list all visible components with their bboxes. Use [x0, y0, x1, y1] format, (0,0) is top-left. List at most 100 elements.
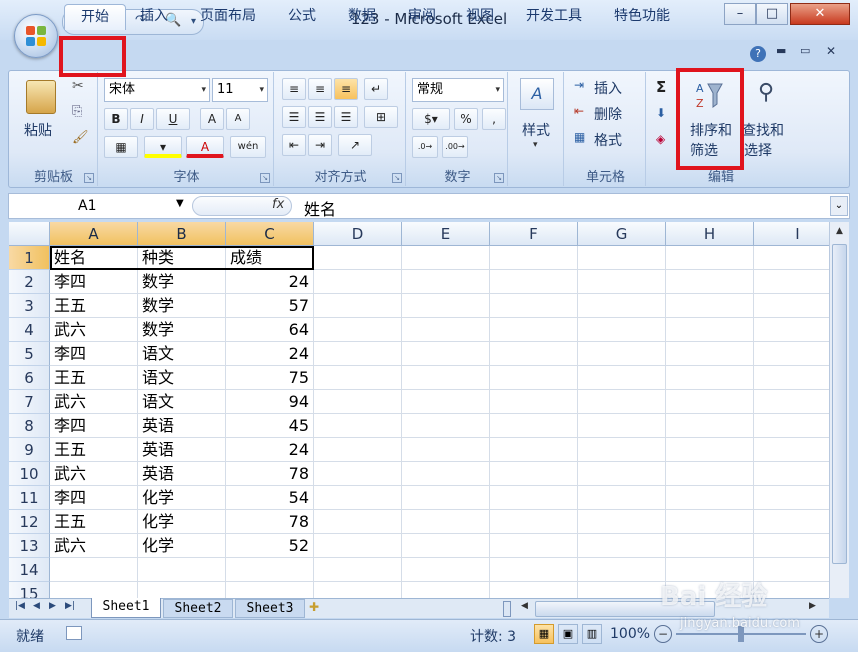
cell-b5[interactable]: 语文 — [138, 342, 226, 366]
scroll-up-icon[interactable]: ▲ — [832, 226, 847, 244]
find-binoculars-icon[interactable]: ⚲ — [752, 80, 780, 108]
cell-b6[interactable]: 语文 — [138, 366, 226, 390]
column-header-e[interactable]: E — [402, 222, 490, 246]
find-select-line2[interactable]: 选择 — [744, 140, 772, 160]
zoom-level[interactable]: 100% — [610, 626, 650, 642]
align-top-icon[interactable]: ≡ — [282, 78, 306, 100]
font-color-button[interactable]: A — [186, 136, 224, 158]
cell-g11[interactable] — [578, 486, 666, 510]
cell-f9[interactable] — [490, 438, 578, 462]
cell-e8[interactable] — [402, 414, 490, 438]
cell-c5[interactable]: 24 — [226, 342, 314, 366]
cell-g2[interactable] — [578, 270, 666, 294]
currency-icon[interactable]: $▾ — [412, 108, 450, 130]
cell-c10[interactable]: 78 — [226, 462, 314, 486]
cell-b8[interactable]: 英语 — [138, 414, 226, 438]
insert-cells-button[interactable]: 插入 — [594, 78, 622, 98]
cell-b15[interactable] — [138, 582, 226, 598]
row-header-7[interactable]: 7 — [9, 390, 50, 414]
decrease-decimal-icon[interactable]: .00→ — [442, 136, 468, 158]
align-left-icon[interactable]: ☰ — [282, 106, 306, 128]
cell-e3[interactable] — [402, 294, 490, 318]
cell-h10[interactable] — [666, 462, 754, 486]
delete-cells-button[interactable]: 删除 — [594, 104, 622, 124]
cell-g13[interactable] — [578, 534, 666, 558]
cell-f3[interactable] — [490, 294, 578, 318]
cell-i4[interactable] — [754, 318, 829, 342]
cell-b13[interactable]: 化学 — [138, 534, 226, 558]
row-header-2[interactable]: 2 — [9, 270, 50, 294]
cell-f10[interactable] — [490, 462, 578, 486]
next-sheet-icon[interactable]: ▶ — [49, 601, 56, 611]
cell-a6[interactable]: 王五 — [50, 366, 138, 390]
wrap-text-icon[interactable]: ↵ — [364, 78, 388, 100]
row-header-13[interactable]: 13 — [9, 534, 50, 558]
cell-h11[interactable] — [666, 486, 754, 510]
cell-d9[interactable] — [314, 438, 402, 462]
cell-b3[interactable]: 数学 — [138, 294, 226, 318]
cell-f13[interactable] — [490, 534, 578, 558]
cell-e4[interactable] — [402, 318, 490, 342]
cell-e12[interactable] — [402, 510, 490, 534]
name-box[interactable]: A1 — [10, 195, 190, 217]
cell-e1[interactable] — [402, 246, 490, 270]
expand-formula-icon[interactable]: ⌄ — [830, 196, 848, 216]
insert-cells-icon[interactable]: ⇥ — [574, 78, 584, 92]
tab-special[interactable]: 特色功能 — [602, 4, 682, 30]
cell-d13[interactable] — [314, 534, 402, 558]
cell-i5[interactable] — [754, 342, 829, 366]
cell-e11[interactable] — [402, 486, 490, 510]
styles-icon[interactable]: A — [520, 78, 554, 110]
cell-a12[interactable]: 王五 — [50, 510, 138, 534]
cell-c4[interactable]: 64 — [226, 318, 314, 342]
cell-f6[interactable] — [490, 366, 578, 390]
tab-home[interactable]: 开始 — [64, 4, 126, 30]
cell-b2[interactable]: 数学 — [138, 270, 226, 294]
fx-button[interactable]: fx — [272, 197, 284, 212]
formula-input[interactable]: 姓名 — [304, 196, 336, 220]
tab-formulas[interactable]: 公式 — [276, 4, 328, 30]
fill-icon[interactable]: ⬇ — [656, 106, 666, 120]
cell-h8[interactable] — [666, 414, 754, 438]
column-header-i[interactable]: I — [754, 222, 829, 246]
tab-insert[interactable]: 插入 — [128, 4, 180, 30]
cell-c7[interactable]: 94 — [226, 390, 314, 414]
cell-d11[interactable] — [314, 486, 402, 510]
cell-a8[interactable]: 李四 — [50, 414, 138, 438]
fill-color-button[interactable]: ▾ — [144, 136, 182, 158]
cell-h1[interactable] — [666, 246, 754, 270]
cell-e13[interactable] — [402, 534, 490, 558]
delete-cells-icon[interactable]: ⇤ — [574, 104, 584, 118]
percent-button[interactable]: % — [454, 108, 478, 130]
office-button[interactable] — [14, 14, 58, 58]
underline-button[interactable]: U — [156, 108, 190, 130]
cell-e6[interactable] — [402, 366, 490, 390]
maximize-button[interactable]: □ — [756, 3, 788, 25]
row-header-6[interactable]: 6 — [9, 366, 50, 390]
ribbon-restore-icon[interactable]: ▭ — [800, 44, 810, 57]
orientation-icon[interactable]: ↗ — [338, 134, 372, 156]
cell-a3[interactable]: 王五 — [50, 294, 138, 318]
last-sheet-icon[interactable]: ▶| — [65, 601, 75, 611]
cell-f12[interactable] — [490, 510, 578, 534]
align-center-icon[interactable]: ☰ — [308, 106, 332, 128]
cell-a13[interactable]: 武六 — [50, 534, 138, 558]
cell-e2[interactable] — [402, 270, 490, 294]
cell-d12[interactable] — [314, 510, 402, 534]
format-painter-icon[interactable]: 🖌 — [72, 130, 89, 145]
column-header-b[interactable]: B — [138, 222, 226, 246]
align-bottom-icon[interactable]: ≡ — [334, 78, 358, 100]
increase-decimal-icon[interactable]: .0→ — [412, 136, 438, 158]
cell-f15[interactable] — [490, 582, 578, 598]
cell-e5[interactable] — [402, 342, 490, 366]
name-box-dropdown-icon[interactable]: ▼ — [176, 198, 184, 209]
cell-a11[interactable]: 李四 — [50, 486, 138, 510]
format-cells-button[interactable]: 格式 — [594, 130, 622, 150]
sheet-tab-1[interactable]: Sheet1 — [91, 598, 161, 618]
phonetic-button[interactable]: wén — [230, 136, 266, 158]
decrease-indent-icon[interactable]: ⇤ — [282, 134, 306, 156]
cell-i9[interactable] — [754, 438, 829, 462]
styles-dropdown-icon[interactable]: ▾ — [533, 140, 538, 150]
cell-b10[interactable]: 英语 — [138, 462, 226, 486]
scroll-left-icon[interactable]: ◀ — [521, 601, 531, 617]
